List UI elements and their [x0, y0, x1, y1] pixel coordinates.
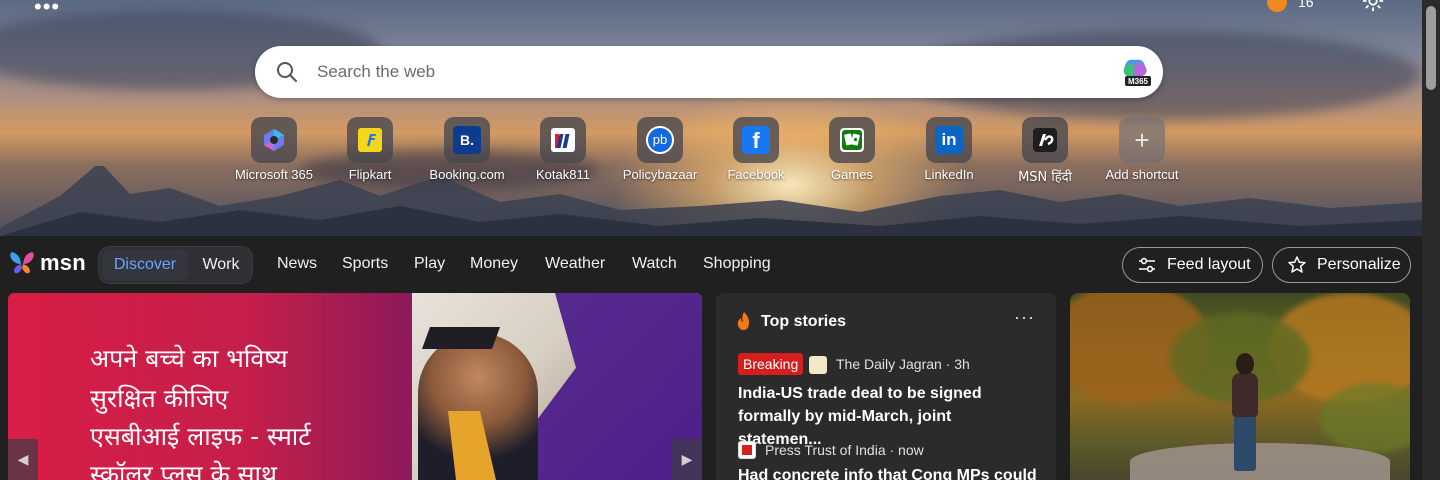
graduation-cap: [421, 327, 501, 349]
shortcut-policybazaar[interactable]: pb Policybazaar: [612, 117, 708, 187]
kotak-icon: [540, 117, 586, 163]
flame-icon: [737, 312, 750, 330]
shortcut-label: Booking.com: [429, 167, 505, 182]
page-scrollbar[interactable]: [1422, 0, 1440, 480]
photo-story-card[interactable]: [1070, 293, 1410, 480]
shortcut-label: Microsoft 365: [234, 167, 314, 182]
story-headline[interactable]: Had concrete info that Cong MPs could: [738, 464, 1038, 480]
nav-money[interactable]: Money: [470, 255, 518, 273]
msn-logo[interactable]: msn: [8, 248, 86, 278]
star-pencil-icon: [1288, 256, 1306, 273]
shortcut-facebook[interactable]: f Facebook: [708, 117, 804, 187]
shortcut-flipkart[interactable]: Flipkart: [322, 117, 418, 187]
walker-figure: [1236, 353, 1254, 375]
promo-ad-card[interactable]: अपने बच्चे का भविष्य सुरक्षित कीजिए एसबी…: [8, 293, 702, 480]
m365-badge-text: M365: [1128, 77, 1149, 86]
msn-logo-text: msn: [40, 250, 86, 275]
hero-background: ••• 16 M365 Microsoft 365: [0, 0, 1422, 236]
nav-news[interactable]: News: [277, 255, 317, 273]
policybazaar-icon: pb: [637, 117, 683, 163]
feed-toggle: Discover Work: [98, 246, 253, 284]
breaking-badge: Breaking: [738, 353, 804, 375]
nav-weather[interactable]: Weather: [545, 255, 605, 273]
top-stories-title: Top stories: [761, 313, 847, 330]
sliders-icon: [1139, 257, 1155, 273]
story-headline[interactable]: India-US trade deal to be signed formall…: [738, 382, 1038, 451]
m365-copilot-icon[interactable]: M365: [1119, 56, 1153, 88]
shortcut-label: Flipkart: [348, 167, 392, 182]
booking-icon: B.: [444, 117, 490, 163]
shortcut-games[interactable]: Games: [804, 117, 900, 187]
nav-play[interactable]: Play: [414, 255, 445, 273]
promo-text-line: एसबीआई लाइफ - स्मार्ट: [90, 422, 311, 451]
walker-figure: [1232, 373, 1258, 417]
settings-gear-icon[interactable]: [1362, 0, 1384, 12]
nav-watch[interactable]: Watch: [632, 255, 677, 273]
carousel-prev-button[interactable]: ◀: [8, 439, 38, 480]
rewards-count[interactable]: 16: [1298, 0, 1314, 10]
carousel-next-button[interactable]: ▶: [672, 439, 702, 480]
search-bar[interactable]: M365: [255, 46, 1163, 98]
jagran-logo-icon: [809, 356, 827, 374]
more-options-icon[interactable]: ···: [1014, 307, 1035, 328]
shortcut-label: Kotak811: [536, 167, 590, 182]
linkedin-glyph: in: [935, 126, 963, 154]
feed-layout-button[interactable]: Feed layout: [1122, 247, 1263, 283]
nav-shopping[interactable]: Shopping: [703, 255, 771, 273]
promo-text-line: स्कॉलर प्लस के साथ: [90, 460, 277, 480]
shortcut-msn-hindi[interactable]: MSN हिंदी: [997, 117, 1093, 187]
policybazaar-glyph: pb: [646, 126, 674, 154]
shortcut-microsoft365[interactable]: Microsoft 365: [226, 117, 322, 187]
tab-discover[interactable]: Discover: [102, 249, 188, 281]
shortcut-booking[interactable]: B. Booking.com: [419, 117, 515, 187]
microsoft365-icon: [251, 117, 297, 163]
plus-glyph: +: [1134, 124, 1150, 155]
promo-text-line: अपने बच्चे का भविष्य: [90, 344, 288, 373]
facebook-glyph: f: [742, 126, 770, 154]
foliage: [1320, 383, 1410, 453]
tab-work[interactable]: Work: [193, 249, 249, 281]
scrollbar-thumb[interactable]: [1426, 6, 1436, 90]
rewards-coin-icon[interactable]: [1267, 0, 1287, 12]
feed-nav-bar: msn Discover Work News Sports Play Money…: [0, 236, 1422, 294]
shortcut-label: Policybazaar: [622, 167, 698, 182]
personalize-label: Personalize: [1317, 256, 1401, 273]
shortcuts-row: Microsoft 365 Flipkart B. Booking.com Ko…: [224, 117, 1204, 187]
nav-sports[interactable]: Sports: [342, 255, 388, 273]
story-source: Press Trust of India · now: [765, 442, 924, 458]
plus-icon: +: [1119, 117, 1165, 163]
flipkart-icon: [347, 117, 393, 163]
facebook-icon: f: [733, 117, 779, 163]
shortcut-label: Facebook: [727, 167, 785, 182]
promo-text-line: सुरक्षित कीजिए: [90, 384, 229, 413]
story-source: The Daily Jagran · 3h: [836, 356, 970, 372]
shortcut-label: LinkedIn: [924, 167, 974, 182]
linkedin-icon: in: [926, 117, 972, 163]
shortcut-label: Add shortcut: [1105, 167, 1179, 182]
msn-butterfly-icon: [10, 252, 34, 274]
personalize-button[interactable]: Personalize: [1272, 247, 1411, 283]
top-stories-card: Top stories ··· Breaking The Daily Jagra…: [716, 293, 1056, 480]
games-icon: [829, 117, 875, 163]
apps-menu-icon[interactable]: •••: [34, 0, 60, 20]
msn-hindi-icon: [1022, 117, 1068, 163]
feed-layout-label: Feed layout: [1167, 256, 1251, 273]
pti-logo-icon: [738, 441, 756, 459]
shortcut-add[interactable]: + Add shortcut: [1094, 117, 1190, 187]
shortcut-kotak811[interactable]: Kotak811: [515, 117, 611, 187]
search-input[interactable]: [317, 58, 1097, 86]
shortcut-label: MSN हिंदी: [1018, 170, 1072, 185]
walker-figure: [1234, 415, 1256, 471]
shortcut-linkedin[interactable]: in LinkedIn: [901, 117, 997, 187]
forest-path: [1130, 443, 1390, 480]
shortcut-label: Games: [831, 167, 873, 182]
search-icon: [277, 62, 297, 82]
booking-glyph: B.: [453, 126, 481, 154]
